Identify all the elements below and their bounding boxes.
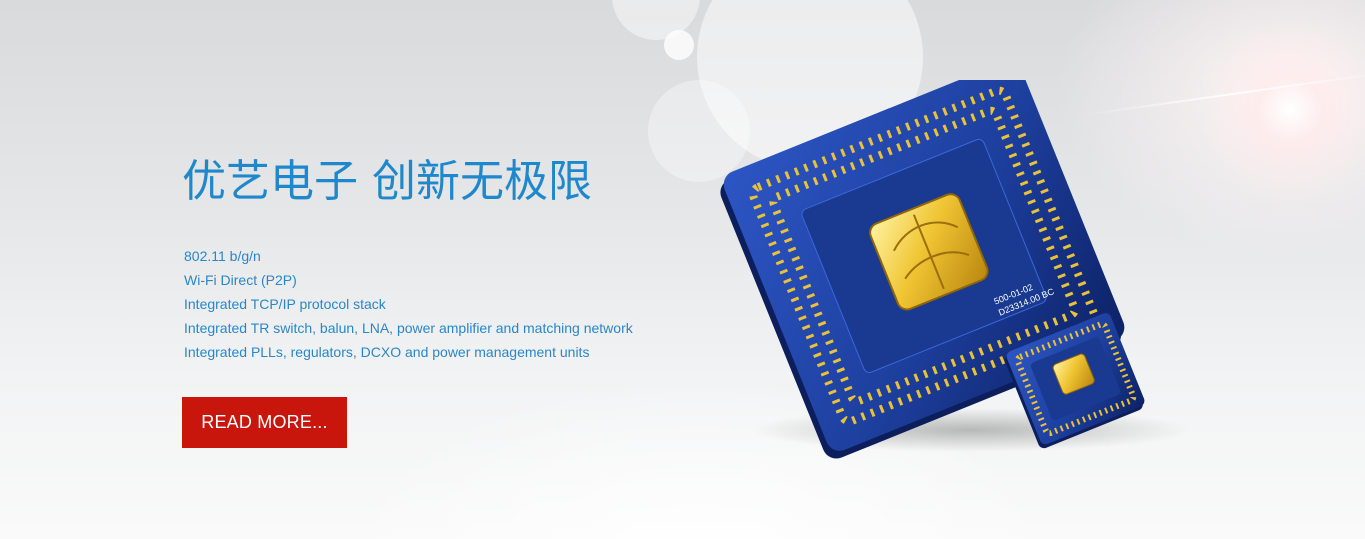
hero-banner: 优艺电子 创新无极限 802.11 b/g/n Wi-Fi Direct (P2…	[0, 0, 1365, 539]
feature-list: 802.11 b/g/n Wi-Fi Direct (P2P) Integrat…	[184, 244, 633, 364]
feature-item: Wi-Fi Direct (P2P)	[184, 272, 297, 288]
read-more-button[interactable]: READ MORE...	[182, 397, 347, 448]
processor-chip-icon: 500-01-02 D23314.00 BC	[720, 80, 1190, 459]
feature-item: Integrated PLLs, regulators, DCXO and po…	[184, 344, 590, 360]
feature-item: Integrated TR switch, balun, LNA, power …	[184, 320, 633, 336]
chip-illustration: 500-01-02 D23314.00 BC	[720, 80, 1190, 460]
decorative-bubble	[664, 30, 694, 60]
feature-item: 802.11 b/g/n	[184, 248, 261, 264]
light-flare	[1200, 20, 1365, 200]
feature-item: Integrated TCP/IP protocol stack	[184, 296, 386, 312]
hero-headline: 优艺电子 创新无极限	[182, 156, 592, 207]
